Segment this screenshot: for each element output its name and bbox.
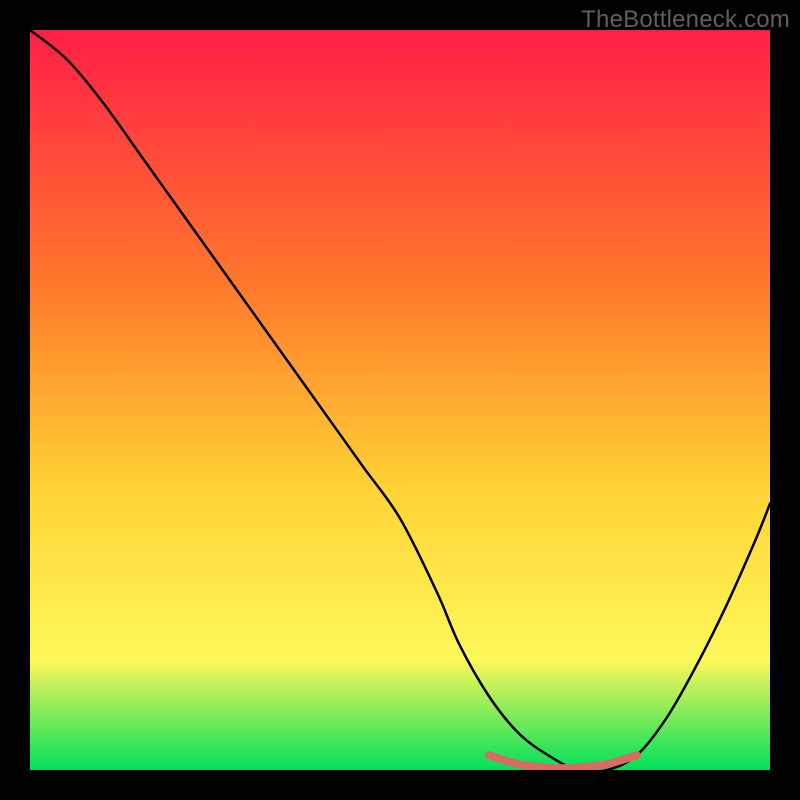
gradient-plot-area [30, 30, 770, 770]
chart-canvas: TheBottleneck.com [0, 0, 800, 800]
bottleneck-chart [30, 30, 770, 770]
watermark-text: TheBottleneck.com [581, 6, 790, 34]
